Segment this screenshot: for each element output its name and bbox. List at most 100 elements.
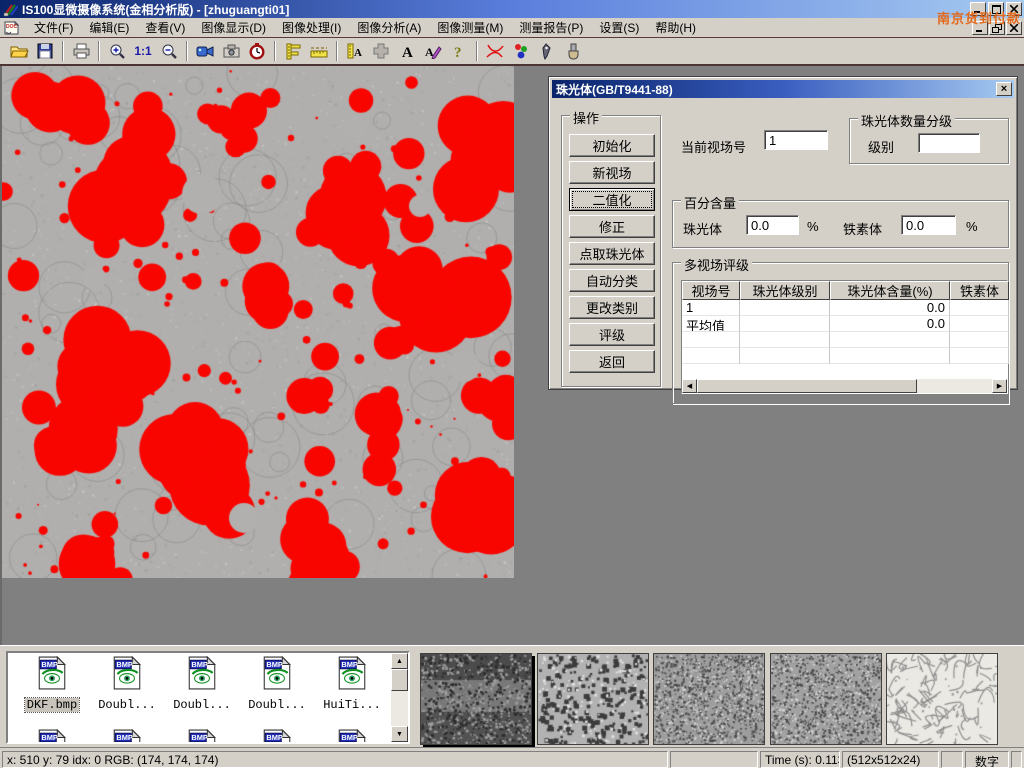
bmp-file-icon: BMP xyxy=(37,656,67,690)
annotate-icon: A xyxy=(425,43,442,59)
file-item[interactable]: BMP xyxy=(16,729,88,744)
rate-button[interactable]: 评级 xyxy=(569,323,655,346)
file-vscrollbar[interactable]: ▲ ▼ xyxy=(391,653,408,742)
help-button[interactable]: ? xyxy=(447,40,471,63)
thumbnail-4[interactable] xyxy=(770,653,882,745)
menu-file[interactable]: 文件(F) xyxy=(26,17,81,38)
col-ferrite[interactable]: 铁素体 xyxy=(950,281,1009,300)
file-item[interactable]: BMP xyxy=(166,729,238,744)
file-item[interactable]: BMP DKF.bmp xyxy=(16,656,88,713)
particles-button[interactable] xyxy=(509,40,533,63)
correct-button[interactable]: 修正 xyxy=(569,215,655,238)
return-button[interactable]: 返回 xyxy=(569,350,655,373)
table-row[interactable] xyxy=(682,332,1007,348)
table-hscrollbar[interactable]: ◀ ▶ xyxy=(682,379,1007,393)
menu-image-analysis[interactable]: 图像分析(A) xyxy=(349,17,429,38)
file-item[interactable]: BMP Doubl... xyxy=(166,656,238,713)
menu-edit[interactable]: 编辑(E) xyxy=(81,17,137,38)
brush-button[interactable] xyxy=(561,40,585,63)
document-icon[interactable]: DOC xyxy=(4,20,20,36)
operations-group-label: 操作 xyxy=(570,108,602,127)
file-name[interactable]: Doubl... xyxy=(171,698,233,712)
brush-icon xyxy=(567,43,580,60)
menu-help[interactable]: 帮助(H) xyxy=(647,17,704,38)
table-row[interactable]: 1 0.0 xyxy=(682,300,1007,316)
thumbnail-5[interactable] xyxy=(886,653,998,745)
scroll-down-button[interactable]: ▼ xyxy=(391,726,408,742)
svg-text:?: ? xyxy=(454,45,462,59)
thumbnail-2[interactable] xyxy=(537,653,649,745)
timer-button[interactable] xyxy=(245,40,269,63)
menu-report[interactable]: 测量报告(P) xyxy=(511,17,591,38)
current-field-input[interactable]: 1 xyxy=(764,130,828,150)
dialog-close-button[interactable]: × xyxy=(996,82,1012,96)
bmp-file-icon: BMP xyxy=(262,656,292,690)
probe-button[interactable] xyxy=(535,40,559,63)
spline-tool-button[interactable] xyxy=(483,40,507,63)
status-image-size: (512x512x24) xyxy=(842,751,939,768)
menu-image-process[interactable]: 图像处理(I) xyxy=(274,17,349,38)
file-item[interactable]: BMP HuiTi... xyxy=(316,656,388,713)
new-field-button[interactable]: 新视场 xyxy=(569,161,655,184)
table-row[interactable] xyxy=(682,348,1007,364)
auto-classify-button[interactable]: 自动分类 xyxy=(569,269,655,292)
measure-text-button[interactable]: A xyxy=(343,40,367,63)
change-class-button[interactable]: 更改类别 xyxy=(569,296,655,319)
dialog-titlebar[interactable]: 珠光体(GB/T9441-88) × xyxy=(552,80,1014,98)
capture-button[interactable] xyxy=(219,40,243,63)
scroll-track[interactable] xyxy=(917,379,992,393)
save-button[interactable] xyxy=(33,40,57,63)
svg-text:BMP: BMP xyxy=(116,733,133,742)
col-pearlite[interactable]: 珠光体含量(%) xyxy=(830,281,950,300)
scroll-thumb[interactable] xyxy=(697,379,917,393)
ferrite-input[interactable]: 0.0 xyxy=(901,215,956,235)
file-item[interactable]: BMP xyxy=(316,729,388,744)
micrograph-image[interactable] xyxy=(2,66,514,578)
annotate-button[interactable]: A xyxy=(421,40,445,63)
pearlite-input[interactable]: 0.0 xyxy=(746,215,799,235)
actual-size-button[interactable]: 1:1 xyxy=(131,40,155,63)
ruler-button[interactable] xyxy=(307,40,331,63)
video-camera-icon xyxy=(196,45,214,58)
file-item[interactable]: BMP xyxy=(241,729,313,744)
scroll-left-button[interactable]: ◀ xyxy=(682,379,697,393)
ferrite-percent-sign: % xyxy=(966,219,978,234)
scroll-up-button[interactable]: ▲ xyxy=(391,653,408,669)
menu-view[interactable]: 查看(V) xyxy=(137,17,193,38)
table-row[interactable]: 平均值 0.0 xyxy=(682,316,1007,332)
menu-settings[interactable]: 设置(S) xyxy=(591,17,647,38)
video-button[interactable] xyxy=(193,40,217,63)
file-item[interactable]: BMP xyxy=(91,729,163,744)
thumbnail-1[interactable] xyxy=(420,653,532,745)
titlebar: IS100显微摄像系统(金相分析版) - [zhuguangti01] xyxy=(0,0,1024,18)
file-name[interactable]: Doubl... xyxy=(246,698,308,712)
file-item[interactable]: BMP Doubl... xyxy=(241,656,313,713)
print-button[interactable] xyxy=(69,40,93,63)
open-button[interactable] xyxy=(7,40,31,63)
file-name[interactable]: HuiTi... xyxy=(321,698,383,712)
file-name[interactable]: Doubl... xyxy=(96,698,158,712)
file-name[interactable]: DKF.bmp xyxy=(25,698,79,712)
zoom-in-button[interactable] xyxy=(105,40,129,63)
file-item[interactable]: BMP Doubl... xyxy=(91,656,163,713)
scroll-thumb[interactable] xyxy=(391,669,408,691)
scroll-right-button[interactable]: ▶ xyxy=(992,379,1007,393)
cell-ferrite xyxy=(950,300,1009,316)
menu-image-measure[interactable]: 图像测量(M) xyxy=(429,17,511,38)
cross-tool-button[interactable] xyxy=(369,40,393,63)
file-browser[interactable]: BMP DKF.bmp BMP Doubl... xyxy=(6,651,410,744)
menu-image-display[interactable]: 图像显示(D) xyxy=(193,17,274,38)
caliper-button[interactable] xyxy=(281,40,305,63)
col-field[interactable]: 视场号 xyxy=(682,281,740,300)
text-button[interactable]: A xyxy=(395,40,419,63)
binarize-button[interactable]: 二值化 xyxy=(569,188,655,211)
pick-pearlite-button[interactable]: 点取珠光体 xyxy=(569,242,655,265)
col-grade[interactable]: 珠光体级别 xyxy=(740,281,830,300)
svg-text:A: A xyxy=(354,47,362,59)
zoom-out-button[interactable] xyxy=(157,40,181,63)
init-button[interactable]: 初始化 xyxy=(569,134,655,157)
rating-table[interactable]: 视场号 珠光体级别 珠光体含量(%) 铁素体 1 0.0 平均值 0.0 xyxy=(681,280,1008,394)
toolbar-separator xyxy=(336,41,338,61)
thumbnail-3[interactable] xyxy=(653,653,765,745)
grade-input[interactable] xyxy=(918,133,980,153)
